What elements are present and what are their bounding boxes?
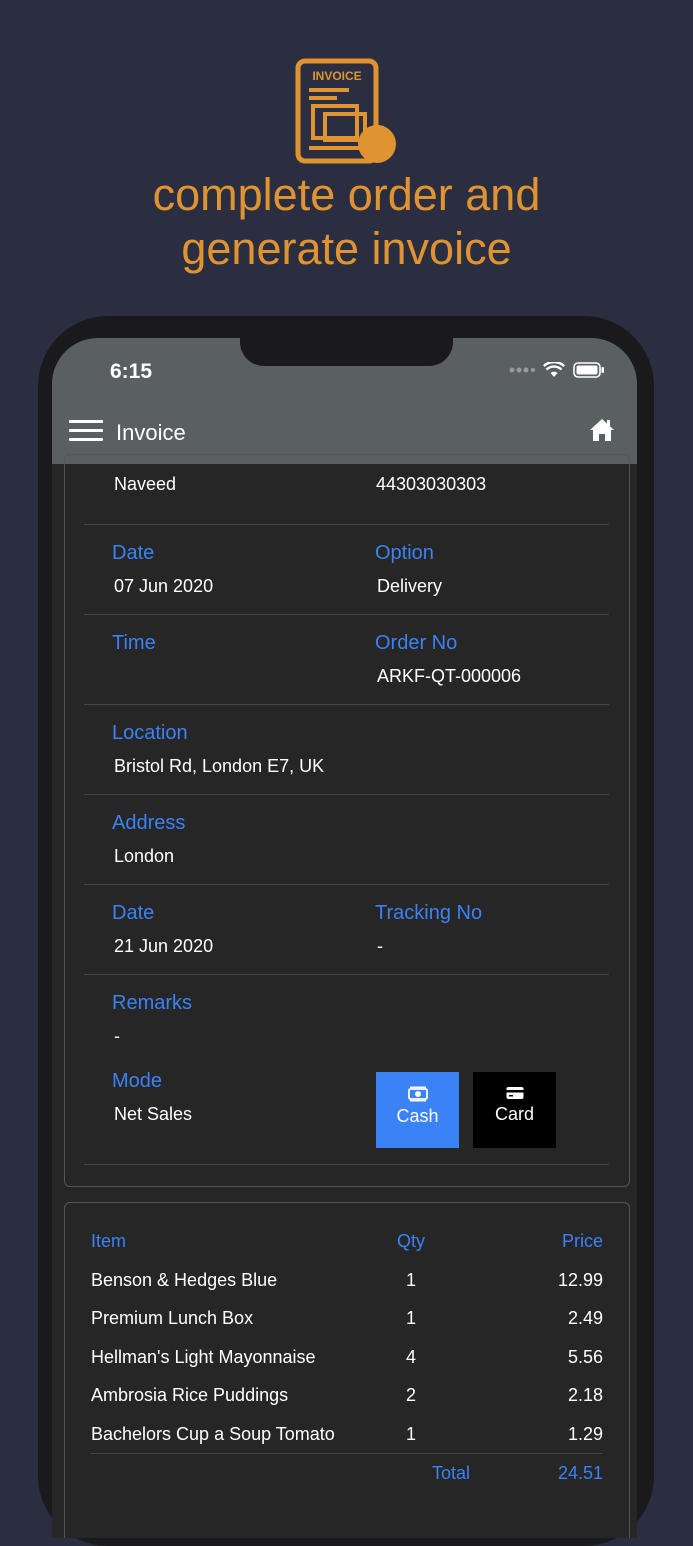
tracking-value: -: [377, 936, 383, 956]
item-price: 12.99: [557, 1270, 603, 1290]
item-name: Hellman's Light Mayonnaise: [91, 1347, 316, 1367]
delivery-tracking-row: Date 21 Jun 2020 Tracking No -: [84, 884, 609, 975]
location-value: Bristol Rd, London E7, UK: [114, 756, 325, 776]
address-value: London: [114, 846, 175, 866]
customer-phone: 44303030303: [376, 474, 487, 494]
item-price: 1.29: [567, 1424, 603, 1444]
hamburger-icon[interactable]: [69, 420, 103, 442]
credit-card-icon: [506, 1087, 523, 1099]
promo-headline: complete order and generate invoice: [0, 168, 693, 276]
invoice-icon: INVOICE: [295, 58, 396, 164]
date-label: Date: [112, 542, 155, 564]
location-label: Location: [112, 722, 188, 744]
item-qty: 1: [405, 1270, 416, 1290]
item-qty: 1: [405, 1308, 416, 1328]
cash-icon: [407, 1086, 428, 1102]
mode-row: Mode Net Sales Cash Card: [84, 1054, 609, 1165]
delivery-date-value: 21 Jun 2020: [114, 936, 214, 956]
cash-button[interactable]: Cash: [376, 1072, 459, 1148]
signal-dots-icon: [509, 367, 535, 373]
address-row: Address London: [84, 794, 609, 885]
table-row: Bachelors Cup a Soup Tomato 1 1.29: [91, 1424, 603, 1454]
time-label: Time: [112, 632, 156, 654]
total-value: 24.51: [557, 1463, 603, 1483]
item-qty: 2: [405, 1385, 416, 1405]
cash-label: Cash: [396, 1106, 439, 1126]
item-price: 2.49: [567, 1308, 603, 1328]
card-button[interactable]: Card: [473, 1072, 556, 1148]
time-order-row: Time Order No ARKF-QT-000006: [84, 614, 609, 705]
item-name: Benson & Hedges Blue: [91, 1270, 278, 1290]
total-label: Total: [431, 1463, 471, 1483]
date-option-row: Date 07 Jun 2020 Option Delivery: [84, 524, 609, 615]
order-no-value: ARKF-QT-000006: [377, 666, 522, 686]
order-items-card: Item Qty Price Benson & Hedges Blue 1 12…: [64, 1202, 630, 1538]
address-label: Address: [112, 812, 186, 834]
mode-value: Net Sales: [114, 1104, 193, 1124]
item-name: Bachelors Cup a Soup Tomato: [91, 1424, 335, 1444]
price-column-header: Price: [561, 1231, 603, 1251]
remarks-label: Remarks: [112, 992, 193, 1014]
option-label: Option: [375, 542, 434, 564]
item-price: 2.18: [567, 1385, 603, 1405]
location-row: Location Bristol Rd, London E7, UK: [84, 704, 609, 795]
delivery-date-label: Date: [112, 902, 155, 924]
mode-label: Mode: [112, 1070, 163, 1092]
tracking-label: Tracking No: [375, 902, 483, 924]
wifi-icon: [543, 362, 565, 377]
item-column-header: Item: [91, 1231, 127, 1251]
order-no-label: Order No: [375, 632, 458, 654]
phone-screen: 6:15 Invoice Naveed 44303030303 Date 07 …: [52, 338, 637, 1538]
headline-line-2: generate invoice: [181, 223, 512, 274]
headline-line-1: complete order and: [152, 169, 541, 220]
home-icon[interactable]: [589, 418, 615, 442]
item-qty: 4: [405, 1347, 416, 1367]
option-value: Delivery: [377, 576, 443, 596]
item-qty: 1: [405, 1424, 416, 1444]
page-title: Invoice: [116, 420, 186, 445]
date-value: 07 Jun 2020: [114, 576, 214, 596]
card-label: Card: [494, 1104, 534, 1124]
remarks-value: -: [114, 1026, 120, 1046]
status-icons: [509, 362, 605, 378]
customer-row: Naveed 44303030303: [84, 464, 609, 525]
qty-column-header: Qty: [396, 1231, 425, 1251]
item-name: Premium Lunch Box: [91, 1308, 254, 1328]
invoice-content: Naveed 44303030303 Date 07 Jun 2020 Opti…: [52, 454, 637, 1538]
phone-notch: [240, 338, 453, 366]
battery-icon: [573, 362, 604, 378]
item-price: 5.56: [567, 1347, 603, 1367]
item-name: Ambrosia Rice Puddings: [91, 1385, 289, 1405]
remarks-row: Remarks -: [84, 974, 609, 1054]
invoice-icon-text: INVOICE: [312, 69, 361, 83]
status-time: 6:15: [110, 360, 153, 383]
customer-name: Naveed: [114, 474, 177, 494]
